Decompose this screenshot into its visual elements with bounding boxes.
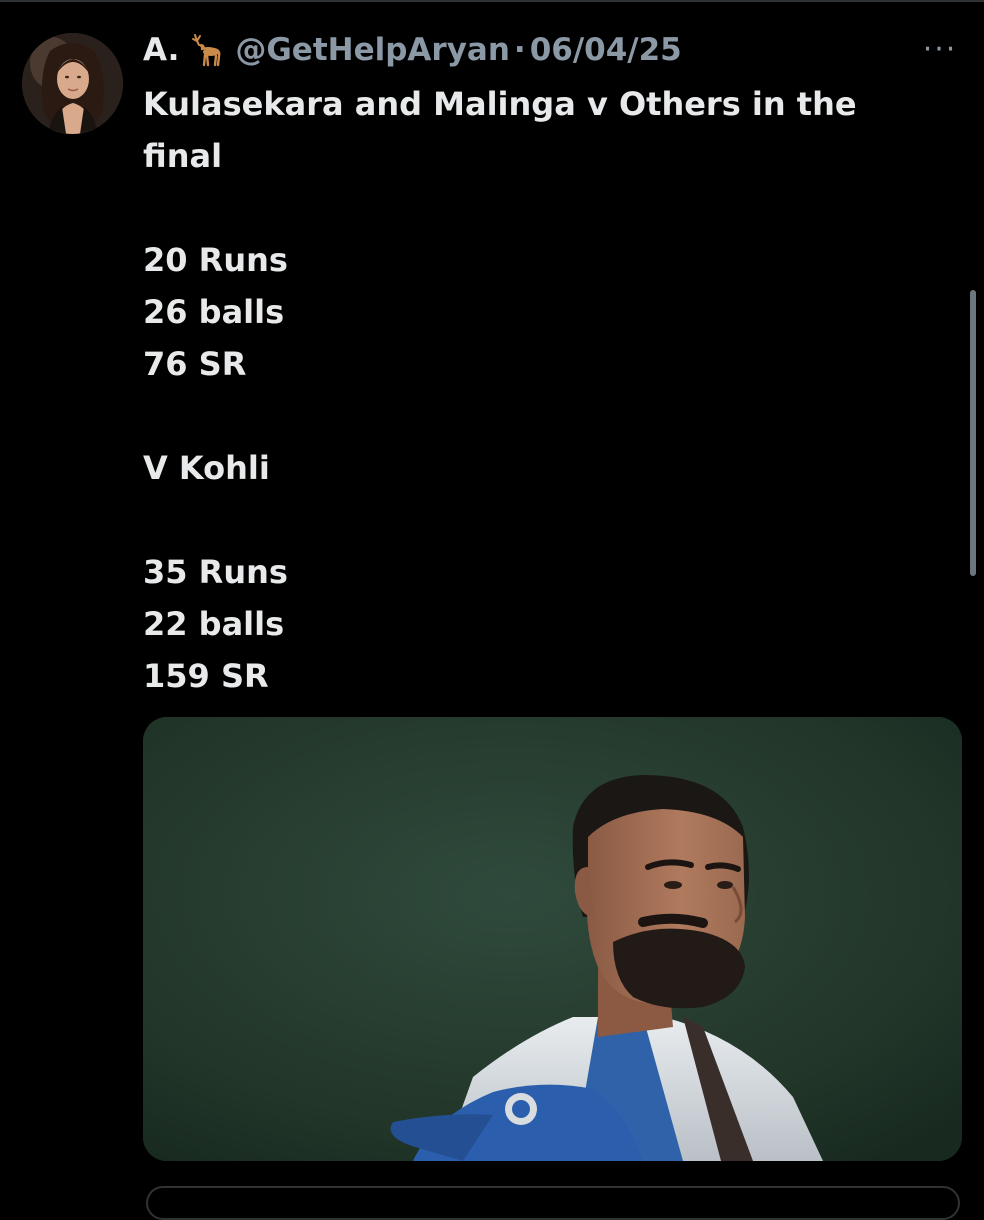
more-options-icon[interactable]: ··· (912, 35, 968, 65)
user-handle[interactable]: @GetHelpAryan (235, 32, 510, 68)
tweet-text-line: 76 SR (143, 345, 247, 383)
tweet-text-line: 20 Runs (143, 241, 288, 279)
header-separator: · (513, 32, 526, 68)
tweet-date[interactable]: 06/04/25 (530, 32, 682, 68)
top-divider (0, 0, 984, 2)
tweet-text-line: 26 balls (143, 293, 285, 331)
avatar[interactable] (22, 33, 123, 134)
tweet-text-line: V Kohli (143, 449, 270, 487)
tweet-text-line: 22 balls (143, 605, 285, 643)
next-tweet-card-edge (146, 1186, 960, 1220)
tweet-media-image[interactable] (143, 717, 962, 1161)
scrollbar[interactable] (970, 290, 976, 576)
deer-icon (187, 32, 225, 68)
cricketer-photo-icon (143, 717, 962, 1161)
tweet-text: Kulasekara and Malinga v Others in the f… (143, 78, 943, 702)
display-name[interactable]: A. (143, 32, 179, 68)
tweet-text-line: 159 SR (143, 657, 269, 695)
tweet-text-line: 35 Runs (143, 553, 288, 591)
tweet-header: A. @GetHelpAryan · 06/04/25 (143, 28, 682, 72)
tweet-text-line: Kulasekara and Malinga v Others in the (143, 85, 857, 123)
tweet-text-line: final (143, 137, 223, 175)
